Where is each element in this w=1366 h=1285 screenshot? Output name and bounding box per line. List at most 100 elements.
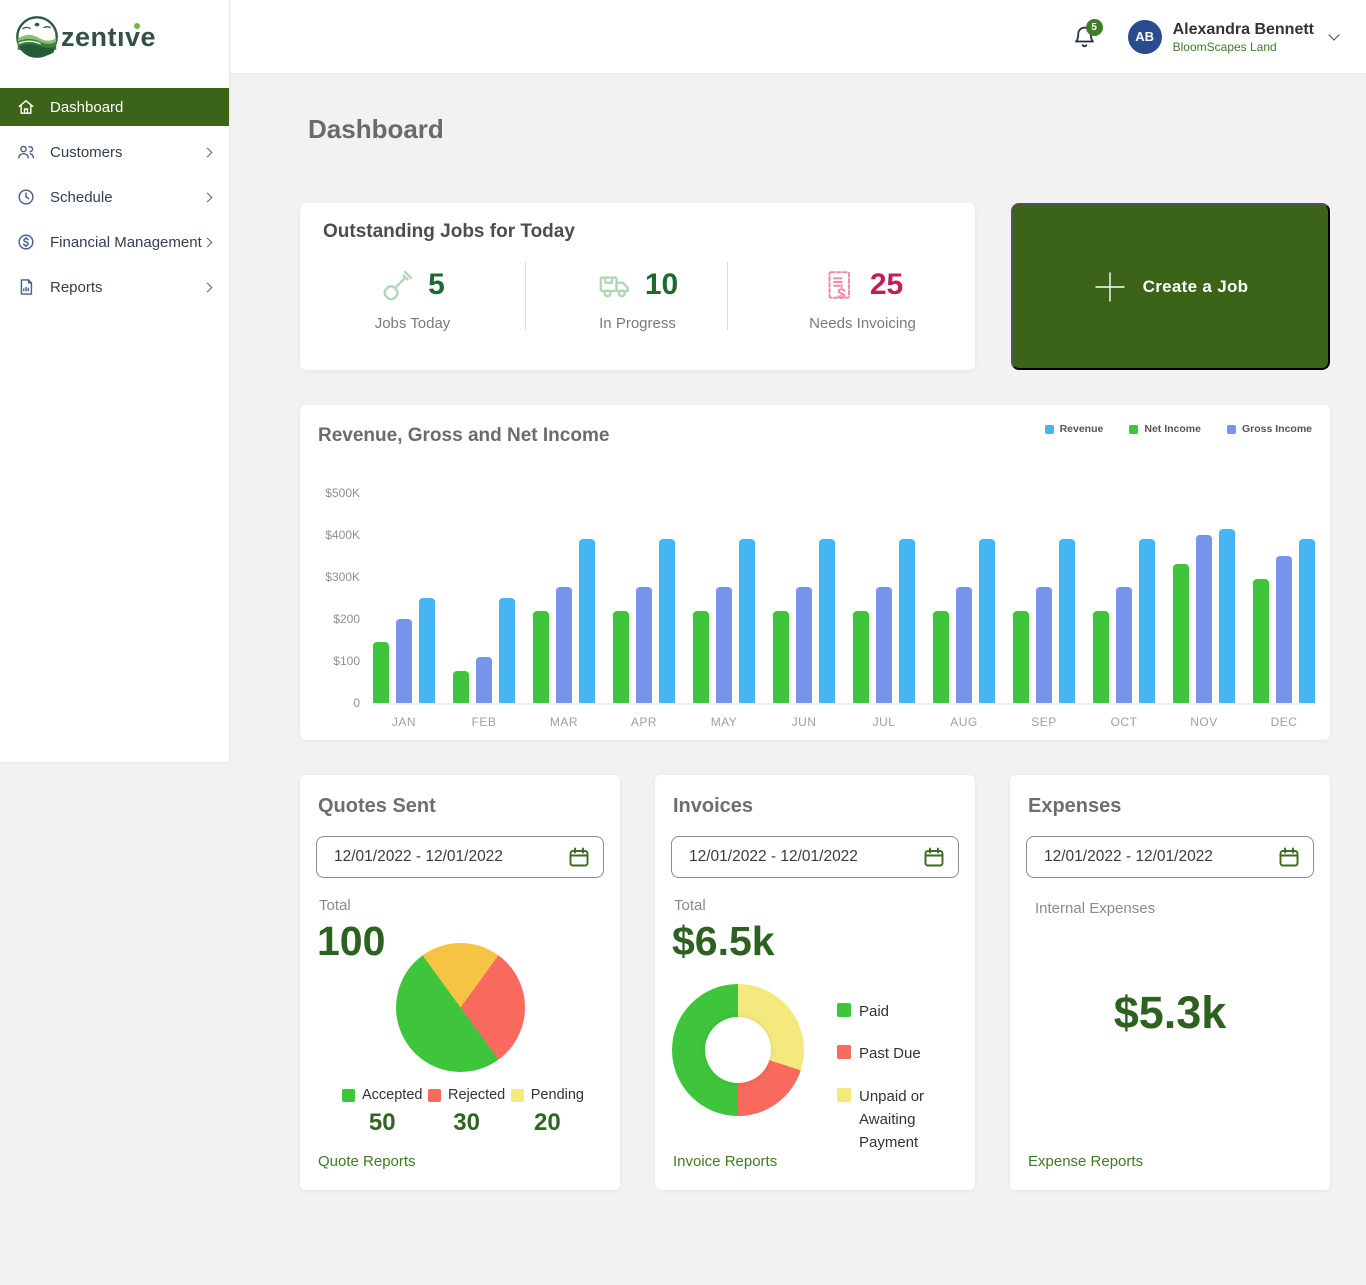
bar-revenue — [579, 539, 595, 703]
stat-jobs-today: 5 Jobs Today — [300, 261, 525, 332]
bar-gross-income — [1276, 556, 1292, 703]
bar-net-income — [533, 611, 549, 703]
brand-logo[interactable]: zentıve — [0, 0, 229, 74]
user-menu[interactable]: AB Alexandra Bennett BloomScapes Land — [1127, 19, 1340, 54]
bar-net-income — [453, 671, 469, 703]
bar-group-dec: DEC — [1253, 493, 1315, 729]
x-axis-label: SEP — [1031, 715, 1057, 729]
invoices-card: Invoices 12/01/2022 - 12/01/2022 Total $… — [655, 775, 975, 1190]
bar-group-nov: NOV — [1173, 493, 1235, 729]
legend-label: Pending — [530, 1087, 584, 1103]
outstanding-jobs-card: Outstanding Jobs for Today 5 Jobs Today — [300, 203, 975, 370]
legend-label: Net Income — [1144, 423, 1201, 435]
quote-reports-link[interactable]: Quote Reports — [318, 1153, 416, 1170]
bar-gross-income — [396, 619, 412, 703]
create-job-label: Create a Job — [1142, 276, 1249, 296]
bar-revenue — [819, 539, 835, 703]
brand-logo-icon — [16, 16, 58, 58]
bar-gross-income — [876, 587, 892, 703]
x-axis-label: JUN — [791, 715, 817, 729]
topbar: 5 AB Alexandra Bennett BloomScapes Land — [230, 0, 1366, 74]
x-axis-label: JUL — [872, 715, 896, 729]
legend-swatch — [837, 1003, 851, 1017]
date-range-value: 12/01/2022 - 12/01/2022 — [1044, 848, 1213, 865]
bar-group-jun: JUN — [773, 493, 835, 729]
bar-group-feb: FEB — [453, 493, 515, 729]
invoice-reports-link[interactable]: Invoice Reports — [673, 1153, 777, 1170]
clock-icon — [18, 189, 34, 205]
bar-group-apr: APR — [613, 493, 675, 729]
sidebar-item-customers[interactable]: Customers — [0, 133, 229, 171]
chart-legend: Revenue Net Income Gross Income — [1044, 423, 1312, 435]
expenses-title: Expenses — [1028, 795, 1122, 817]
bar-group-sep: SEP — [1013, 493, 1075, 729]
create-job-button[interactable]: Create a Job — [1011, 203, 1330, 370]
chevron-right-icon — [202, 237, 213, 247]
invoices-date-range-picker[interactable]: 12/01/2022 - 12/01/2022 — [671, 836, 959, 878]
sidebar-item-label: Schedule — [50, 188, 113, 206]
expenses-date-range-picker[interactable]: 12/01/2022 - 12/01/2022 — [1026, 836, 1314, 878]
notification-badge: 5 — [1085, 18, 1103, 36]
bar-net-income — [1253, 579, 1269, 703]
bar-revenue — [899, 539, 915, 703]
bar-net-income — [933, 611, 949, 703]
sidebar-item-schedule[interactable]: Schedule — [0, 178, 229, 216]
bar-revenue — [979, 539, 995, 703]
bar-net-income — [853, 611, 869, 703]
legend-item-revenue: Revenue — [1044, 423, 1103, 435]
legend-swatch — [1226, 424, 1236, 434]
brand-wordmark: zentıve — [61, 21, 157, 52]
expenses-subtitle: Internal Expenses — [1035, 900, 1156, 917]
legend-swatch — [428, 1088, 441, 1102]
stat-value: 25 — [869, 268, 904, 301]
quotes-date-range-picker[interactable]: 12/01/2022 - 12/01/2022 — [316, 836, 604, 878]
x-axis-label: MAY — [710, 715, 738, 729]
bar-revenue — [739, 539, 755, 703]
legend-value: 30 — [453, 1109, 480, 1136]
x-axis-label: MAR — [549, 715, 579, 729]
user-company: BloomScapes Land — [1172, 39, 1277, 54]
sidebar-item-reports[interactable]: Reports — [0, 268, 229, 306]
invoices-total-value: $6.5k — [672, 918, 775, 964]
legend-swatch — [342, 1088, 355, 1102]
y-axis-tick: 0 — [353, 696, 360, 710]
chevron-right-icon — [202, 282, 213, 292]
x-axis-label: FEB — [471, 715, 497, 729]
invoices-donut-chart — [672, 984, 804, 1116]
sidebar-item-label: Financial Management — [50, 233, 202, 251]
expense-reports-link[interactable]: Expense Reports — [1028, 1153, 1143, 1170]
chart-title: Revenue, Gross and Net Income — [318, 425, 610, 446]
sidebar-item-label: Reports — [50, 278, 103, 296]
notifications-button[interactable]: 5 — [1072, 18, 1103, 51]
bar-gross-income — [1116, 587, 1132, 703]
bar-revenue — [1139, 539, 1155, 703]
legend-label: Gross Income — [1241, 423, 1312, 435]
user-name: Alexandra Bennett — [1172, 20, 1314, 38]
sidebar-item-dashboard[interactable]: Dashboard — [0, 88, 229, 126]
legend-swatch — [1044, 424, 1054, 434]
y-axis-tick: $400K — [325, 528, 360, 542]
chevron-right-icon — [202, 147, 213, 157]
chart-y-axis: $500K $400K $300K $200 $100 0 — [318, 486, 360, 710]
sidebar-item-financial-management[interactable]: Financial Management — [0, 223, 229, 261]
app-root: zentıve Dashboard Customers Schedule Fin… — [0, 0, 1366, 1285]
stat-value: 10 — [644, 268, 679, 301]
avatar: AB — [1127, 19, 1162, 54]
legend-swatch — [837, 1087, 851, 1102]
outstanding-stats: 5 Jobs Today 10 In Progress 25 Needs Inv… — [300, 261, 975, 332]
legend-swatch — [1129, 424, 1139, 434]
bar-group-oct: OCT — [1093, 493, 1155, 729]
bar-groups: JAN FEB MAR APR MAY JUN JUL AUG SEP OCT NOV DEC — [373, 493, 1315, 729]
quotes-pie-chart — [396, 943, 525, 1072]
outstanding-jobs-title: Outstanding Jobs for Today — [323, 221, 575, 242]
bar-gross-income — [716, 587, 732, 703]
quotes-total-value: 100 — [317, 918, 386, 964]
users-icon — [18, 145, 35, 159]
legend-label: Rejected — [448, 1087, 506, 1103]
x-axis-label: JAN — [391, 715, 417, 729]
legend-swatch — [837, 1045, 851, 1060]
y-axis-tick: $200 — [333, 612, 360, 626]
report-icon — [20, 279, 33, 295]
x-axis-label: AUG — [950, 715, 978, 729]
legend-value: 20 — [534, 1109, 561, 1136]
